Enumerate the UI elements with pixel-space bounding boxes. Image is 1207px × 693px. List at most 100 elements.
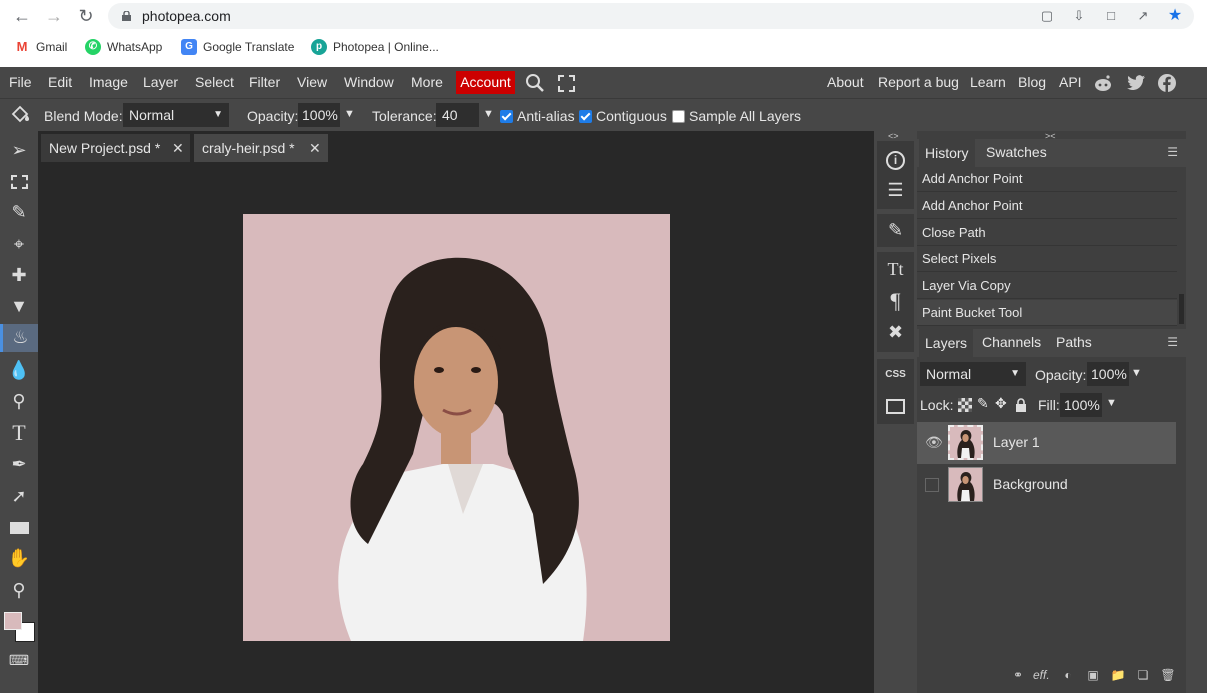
bookmark-whatsapp[interactable]: ✆ WhatsApp <box>85 38 162 56</box>
menu-api[interactable]: API <box>1059 74 1082 90</box>
facebook-icon[interactable] <box>1157 73 1177 93</box>
screenshot-icon[interactable]: ▢ <box>1038 7 1056 25</box>
hand-tool-icon[interactable]: ✋ <box>6 545 32 571</box>
close-tab-icon[interactable]: ✕ <box>309 140 321 157</box>
tolerance-dropdown-icon[interactable]: ▼ <box>483 108 494 120</box>
quick-selection-tool-icon[interactable]: ✎ <box>6 199 32 225</box>
tab-paths[interactable]: Paths <box>1056 334 1092 350</box>
marquee-tool-icon[interactable] <box>6 168 32 194</box>
stamp-tool-icon[interactable]: ▼ <box>6 293 32 319</box>
character-icon[interactable]: Tt <box>883 257 908 282</box>
twitter-icon[interactable] <box>1126 73 1146 93</box>
css-icon[interactable]: CSS <box>883 362 908 387</box>
tab-layers[interactable]: Layers <box>919 329 974 357</box>
adjustments-icon[interactable]: ☰ <box>883 178 908 203</box>
history-item-current[interactable]: Paint Bucket Tool <box>917 300 1177 326</box>
bookmark-google-translate[interactable]: G Google Translate <box>181 38 294 56</box>
tab-history[interactable]: History <box>919 139 975 167</box>
layer-mask-icon[interactable]: ▣ <box>1085 667 1101 683</box>
sample-all-layers-checkbox[interactable] <box>672 110 685 123</box>
expand-icon[interactable]: <> <box>888 131 899 141</box>
pen-tool-icon[interactable]: ✒ <box>6 451 32 477</box>
menu-file[interactable]: File <box>9 74 32 90</box>
healing-brush-icon[interactable]: ✚ <box>6 262 32 288</box>
image-icon[interactable] <box>883 393 908 418</box>
layer-row-layer-1[interactable]: 👁 Layer 1 <box>917 422 1176 464</box>
reload-icon[interactable]: ↻ <box>74 4 98 28</box>
rectangle-tool-icon[interactable] <box>6 514 32 540</box>
history-scrollbar[interactable] <box>1179 294 1184 324</box>
lock-all-icon[interactable] <box>1015 398 1027 412</box>
install-icon[interactable]: ⇩ <box>1070 7 1088 25</box>
info-icon[interactable]: i <box>883 146 908 171</box>
back-icon[interactable]: ← <box>10 4 34 28</box>
paint-bucket-tool-icon[interactable]: ♨ <box>0 324 38 352</box>
menu-more[interactable]: More <box>411 74 443 90</box>
new-layer-icon[interactable]: ❏ <box>1135 667 1151 683</box>
menu-filter[interactable]: Filter <box>249 74 280 90</box>
menu-about[interactable]: About <box>827 74 864 90</box>
history-item[interactable]: Add Anchor Point <box>917 166 1177 192</box>
history-item[interactable]: Layer Via Copy <box>917 273 1177 299</box>
link-layers-icon[interactable]: ⚭ <box>1010 667 1026 683</box>
address-bar[interactable]: photopea.com ▢ ⇩ □ ↗ ★ <box>108 3 1194 29</box>
forward-icon[interactable]: → <box>42 4 66 28</box>
crop-tool-icon[interactable]: ⌖ <box>6 231 32 257</box>
tab-channels[interactable]: Channels <box>982 334 1041 350</box>
dodge-tool-icon[interactable]: ⚲ <box>6 388 32 414</box>
zoom-tool-icon[interactable]: ⚲ <box>6 577 32 603</box>
fill-input[interactable]: 100% <box>1060 393 1102 417</box>
eye-icon[interactable]: 👁 <box>925 434 943 451</box>
page-icon[interactable]: □ <box>1102 7 1120 25</box>
history-item[interactable]: Add Anchor Point <box>917 193 1177 219</box>
lock-transparency-icon[interactable] <box>958 398 972 412</box>
move-tool-icon[interactable]: ➢ <box>6 137 32 163</box>
layer-effects-icon[interactable]: eff. <box>1033 667 1050 683</box>
menu-layer[interactable]: Layer <box>143 74 178 90</box>
type-tool-icon[interactable]: T <box>6 420 32 446</box>
image-canvas[interactable] <box>243 214 670 641</box>
delete-layer-icon[interactable]: 🗑 <box>1160 667 1176 683</box>
fill-dropdown-icon[interactable]: ▼ <box>1106 397 1117 409</box>
layer-opacity-dropdown-icon[interactable]: ▼ <box>1131 367 1142 379</box>
menu-window[interactable]: Window <box>344 74 394 90</box>
account-button[interactable]: Account <box>456 71 515 94</box>
panel-menu-icon[interactable]: ☰ <box>1167 335 1178 349</box>
menu-report-bug[interactable]: Report a bug <box>878 74 959 90</box>
paragraph-icon[interactable]: ¶ <box>883 288 908 313</box>
path-selection-icon[interactable]: ➚ <box>6 483 32 509</box>
tab-new-project[interactable]: New Project.psd * <box>41 134 190 162</box>
layer-row-background[interactable]: Background <box>917 464 1176 506</box>
opacity-dropdown-icon[interactable]: ▼ <box>344 108 355 120</box>
history-item[interactable]: Select Pixels <box>917 246 1177 272</box>
visibility-toggle[interactable] <box>925 478 939 492</box>
reddit-icon[interactable] <box>1093 73 1113 93</box>
tools-icon[interactable]: ✖ <box>883 320 908 345</box>
keyboard-icon[interactable]: ⌨ <box>6 647 32 673</box>
bookmark-photopea[interactable]: p Photopea | Online... <box>311 38 439 56</box>
bookmark-gmail[interactable]: M Gmail <box>14 38 67 56</box>
blur-tool-icon[interactable]: 💧 <box>6 357 32 383</box>
contiguous-checkbox[interactable] <box>579 110 592 123</box>
brush-icon[interactable]: ✎ <box>883 218 908 243</box>
tab-swatches[interactable]: Swatches <box>986 144 1047 160</box>
blend-mode-select[interactable]: Normal ▼ <box>123 103 229 127</box>
fullscreen-icon[interactable] <box>558 75 575 92</box>
lock-position-icon[interactable]: ✥ <box>995 395 1007 412</box>
bookmark-star-icon[interactable]: ★ <box>1166 7 1184 25</box>
antialias-checkbox[interactable] <box>500 110 513 123</box>
adjustment-layer-icon[interactable]: ◐ <box>1060 667 1076 683</box>
menu-select[interactable]: Select <box>195 74 234 90</box>
menu-edit[interactable]: Edit <box>48 74 72 90</box>
panel-menu-icon[interactable]: ☰ <box>1167 145 1178 159</box>
close-tab-icon[interactable]: ✕ <box>172 140 184 157</box>
menu-blog[interactable]: Blog <box>1018 74 1046 90</box>
tab-craly-heir[interactable]: craly-heir.psd * <box>194 134 328 162</box>
menu-view[interactable]: View <box>297 74 327 90</box>
opacity-input[interactable]: 100% <box>298 103 340 127</box>
history-item[interactable]: Close Path <box>917 220 1177 246</box>
layer-blend-mode-select[interactable]: Normal ▼ <box>920 362 1026 386</box>
layer-opacity-input[interactable]: 100% <box>1087 362 1129 386</box>
new-folder-icon[interactable]: 📁 <box>1110 667 1126 683</box>
menu-learn[interactable]: Learn <box>970 74 1006 90</box>
